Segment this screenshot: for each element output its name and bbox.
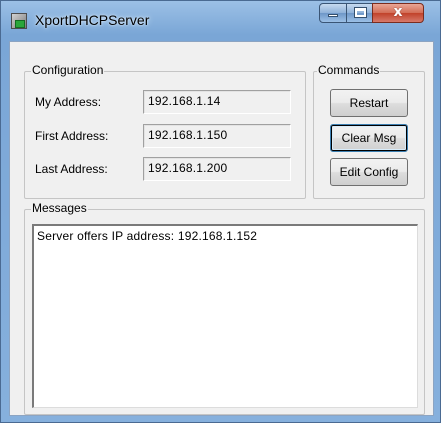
messages-list[interactable]: Server offers IP address: 192.168.1.152 <box>32 224 418 408</box>
title-bar[interactable]: XportDHCPServer x <box>1 1 441 41</box>
window-title: XportDHCPServer <box>35 12 150 28</box>
configuration-group-label: Configuration <box>31 63 105 77</box>
edit-config-button[interactable]: Edit Config <box>330 158 408 186</box>
maximize-icon <box>355 8 366 17</box>
clear-msg-button[interactable]: Clear Msg <box>330 124 408 152</box>
my-address-field[interactable]: 192.168.1.14 <box>143 90 291 114</box>
last-address-label: Last Address: <box>35 162 108 176</box>
client-area: Configuration My Address: 192.168.1.14 F… <box>9 41 434 416</box>
message-line: Server offers IP address: 192.168.1.152 <box>37 229 258 243</box>
last-address-field[interactable]: 192.168.1.200 <box>143 157 291 181</box>
maximize-button[interactable] <box>346 3 373 23</box>
app-window: XportDHCPServer x Configuration My Addre… <box>0 0 441 423</box>
messages-group: Messages Server offers IP address: 192.1… <box>24 201 425 415</box>
close-icon: x <box>393 4 403 20</box>
close-button[interactable]: x <box>372 3 424 23</box>
first-address-field[interactable]: 192.168.1.150 <box>143 124 291 148</box>
app-icon[interactable] <box>11 13 27 29</box>
configuration-group: Configuration My Address: 192.168.1.14 F… <box>24 63 306 199</box>
minimize-icon <box>328 14 338 17</box>
commands-group-label: Commands <box>317 63 381 77</box>
messages-group-label: Messages <box>31 201 88 215</box>
first-address-label: First Address: <box>35 129 109 143</box>
my-address-label: My Address: <box>35 95 102 109</box>
restart-button[interactable]: Restart <box>330 89 408 117</box>
commands-group: Commands Restart Clear Msg Edit Config <box>313 63 425 199</box>
minimize-button[interactable] <box>319 3 347 23</box>
